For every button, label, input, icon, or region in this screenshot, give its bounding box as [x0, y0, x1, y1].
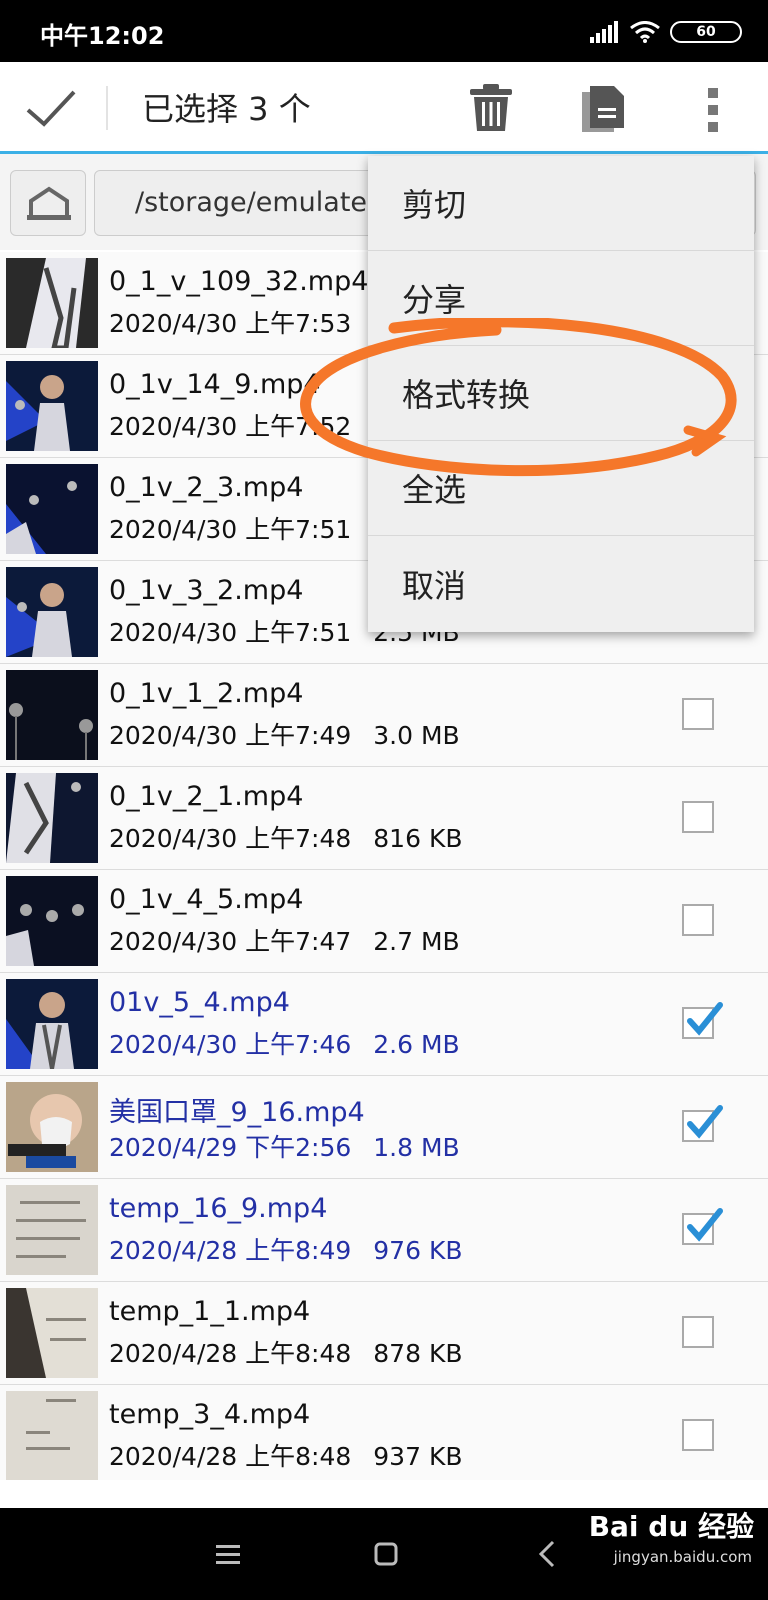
- file-name: 0_1v_3_2.mp4: [109, 575, 304, 606]
- home-nav-icon[interactable]: [374, 1542, 398, 1566]
- file-meta: 2020/4/30 上午7:51: [109, 510, 373, 546]
- video-thumbnail: [6, 1391, 98, 1480]
- menu-item[interactable]: 剪切: [368, 156, 754, 251]
- file-meta: 2020/4/30 上午7:52: [109, 407, 373, 443]
- file-size: 1.8 MB: [373, 1133, 460, 1162]
- file-name: temp_16_9.mp4: [109, 1193, 328, 1224]
- file-size: 3.0 MB: [373, 721, 460, 750]
- status-time: 中午12:02: [40, 22, 165, 50]
- back-nav-icon[interactable]: [538, 1540, 556, 1568]
- select-checkbox[interactable]: [682, 1419, 714, 1451]
- video-thumbnail: [6, 1288, 98, 1378]
- status-bar: 中午12:02 60: [0, 0, 768, 62]
- file-name: 0_1v_2_1.mp4: [109, 781, 304, 812]
- select-checkbox[interactable]: [682, 801, 714, 833]
- menu-item[interactable]: 取消: [368, 536, 754, 631]
- menu-item[interactable]: 分享: [368, 251, 754, 346]
- file-row[interactable]: 0_1v_2_1.mp4 2020/4/30 上午7:48 816 KB: [0, 767, 768, 870]
- file-meta: 2020/4/30 上午7:48 816 KB: [109, 819, 463, 855]
- file-date: 2020/4/30 上午7:51: [109, 618, 352, 647]
- file-name: 0_1v_2_3.mp4: [109, 472, 304, 503]
- file-size: 878 KB: [373, 1339, 463, 1368]
- done-check-icon[interactable]: [22, 84, 78, 132]
- file-date: 2020/4/30 上午7:48: [109, 824, 352, 853]
- file-size: 976 KB: [373, 1236, 463, 1265]
- file-meta: 2020/4/28 上午8:48 937 KB: [109, 1437, 463, 1473]
- select-checkbox[interactable]: [682, 1316, 714, 1348]
- more-options-icon[interactable]: [704, 88, 722, 132]
- overflow-menu: 剪切 分享 格式转换 全选 取消: [368, 156, 754, 632]
- delete-trash-icon[interactable]: [468, 84, 514, 132]
- file-meta: 2020/4/30 上午7:53: [109, 304, 373, 340]
- video-thumbnail: [6, 876, 98, 966]
- menu-item[interactable]: 全选: [368, 441, 754, 536]
- selection-count-title: 已选择 3 个: [142, 90, 311, 128]
- select-checkbox[interactable]: [682, 698, 714, 730]
- file-date: 2020/4/30 上午7:53: [109, 309, 352, 338]
- select-checkbox[interactable]: [682, 1002, 723, 1039]
- battery-icon: 60: [670, 21, 742, 43]
- video-thumbnail: [6, 1185, 98, 1275]
- file-size: 937 KB: [373, 1442, 463, 1471]
- select-checkbox[interactable]: [682, 904, 714, 936]
- wifi-icon: [630, 21, 660, 43]
- menu-nav-icon[interactable]: [216, 1544, 240, 1564]
- signal-icon: [590, 21, 618, 43]
- menu-item[interactable]: 格式转换: [368, 346, 754, 441]
- file-row[interactable]: temp_16_9.mp4 2020/4/28 上午8:49 976 KB: [0, 1179, 768, 1282]
- video-thumbnail: [6, 258, 98, 348]
- file-size: 816 KB: [373, 824, 463, 853]
- file-row[interactable]: 美国口罩_9_16.mp4 2020/4/29 下午2:56 1.8 MB: [0, 1076, 768, 1179]
- file-size: 2.6 MB: [373, 1030, 460, 1059]
- home-button[interactable]: [10, 170, 86, 236]
- home-icon: [27, 186, 71, 220]
- file-name: temp_3_4.mp4: [109, 1399, 311, 1430]
- file-name: 01v_5_4.mp4: [109, 987, 290, 1018]
- video-thumbnail: [6, 464, 98, 554]
- toolbar-divider: [106, 86, 108, 130]
- select-checkbox[interactable]: [682, 1208, 723, 1245]
- file-meta: 2020/4/29 下午2:56 1.8 MB: [109, 1128, 460, 1164]
- video-thumbnail: [6, 1082, 98, 1172]
- file-row[interactable]: 01v_5_4.mp4 2020/4/30 上午7:46 2.6 MB: [0, 973, 768, 1076]
- battery-level: 60: [696, 24, 716, 40]
- file-name: 0_1v_4_5.mp4: [109, 884, 304, 915]
- copy-document-icon[interactable]: [582, 84, 626, 134]
- file-date: 2020/4/28 上午8:48: [109, 1442, 352, 1471]
- file-meta: 2020/4/30 上午7:49 3.0 MB: [109, 716, 460, 752]
- file-row[interactable]: 0_1v_1_2.mp4 2020/4/30 上午7:49 3.0 MB: [0, 664, 768, 767]
- status-icons: 60: [590, 18, 742, 46]
- file-name: 0_1v_1_2.mp4: [109, 678, 304, 709]
- file-date: 2020/4/30 上午7:49: [109, 721, 352, 750]
- file-date: 2020/4/29 下午2:56: [109, 1133, 352, 1162]
- file-row[interactable]: temp_1_1.mp4 2020/4/28 上午8:48 878 KB: [0, 1282, 768, 1385]
- video-thumbnail: [6, 979, 98, 1069]
- file-date: 2020/4/30 上午7:51: [109, 515, 352, 544]
- file-meta: 2020/4/30 上午7:47 2.7 MB: [109, 922, 460, 958]
- video-thumbnail: [6, 773, 98, 863]
- file-date: 2020/4/30 上午7:47: [109, 927, 352, 956]
- file-name: 美国口罩_9_16.mp4: [109, 1097, 365, 1128]
- file-name: temp_1_1.mp4: [109, 1296, 311, 1327]
- file-date: 2020/4/28 上午8:49: [109, 1236, 352, 1265]
- action-toolbar: 已选择 3 个: [0, 62, 768, 154]
- file-meta: 2020/4/30 上午7:46 2.6 MB: [109, 1025, 460, 1061]
- file-meta: 2020/4/28 上午8:48 878 KB: [109, 1334, 463, 1370]
- baidu-watermark: Bai du 经验: [588, 1510, 754, 1543]
- video-thumbnail: [6, 670, 98, 760]
- file-meta: 2020/4/28 上午8:49 976 KB: [109, 1231, 463, 1267]
- video-thumbnail: [6, 361, 98, 451]
- file-name: 0_1_v_109_32.mp4: [109, 266, 369, 297]
- video-thumbnail: [6, 567, 98, 657]
- file-date: 2020/4/28 上午8:48: [109, 1339, 352, 1368]
- watermark-url: jingyan.baidu.com: [613, 1548, 752, 1566]
- file-row[interactable]: temp_3_4.mp4 2020/4/28 上午8:48 937 KB: [0, 1385, 768, 1480]
- file-date: 2020/4/30 上午7:46: [109, 1030, 352, 1059]
- select-checkbox[interactable]: [682, 1105, 723, 1142]
- file-size: 2.7 MB: [373, 927, 460, 956]
- file-name: 0_1v_14_9.mp4: [109, 369, 321, 400]
- file-row[interactable]: 0_1v_4_5.mp4 2020/4/30 上午7:47 2.7 MB: [0, 870, 768, 973]
- file-date: 2020/4/30 上午7:52: [109, 412, 352, 441]
